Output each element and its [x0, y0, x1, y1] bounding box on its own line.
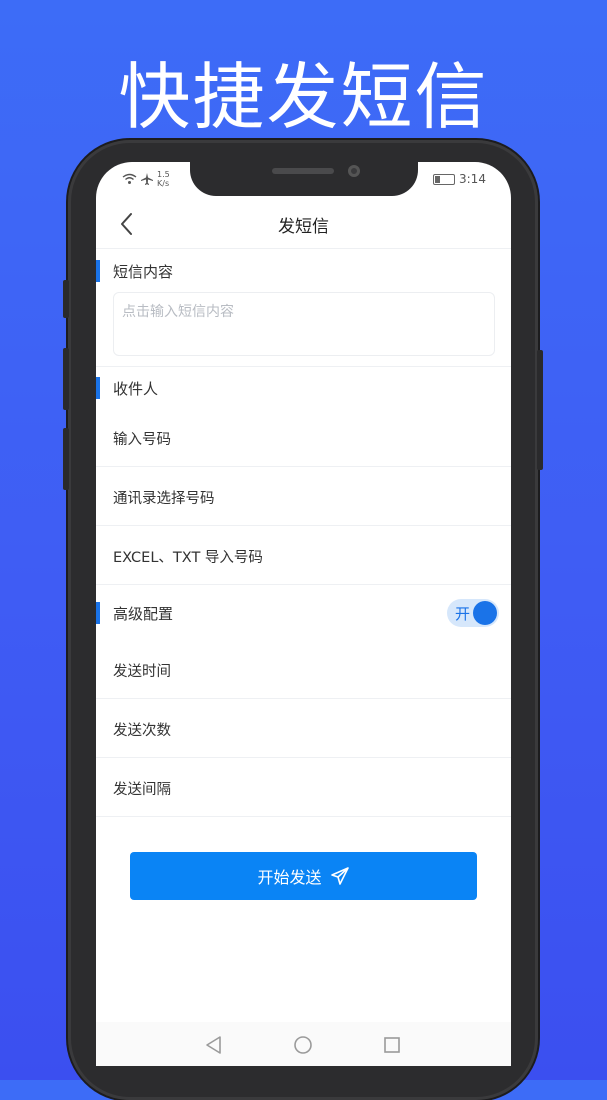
- sms-content-input[interactable]: [114, 293, 494, 355]
- send-interval-item[interactable]: 发送间隔: [113, 778, 511, 799]
- section-accent-bar: [96, 377, 100, 399]
- sms-content-box: [113, 292, 495, 356]
- toggle-knob: [473, 601, 497, 625]
- row-divider: [96, 757, 511, 758]
- start-send-label: 开始发送: [257, 868, 322, 887]
- section-label: 短信内容: [113, 263, 174, 281]
- section-label: 高级配置: [113, 605, 174, 623]
- status-time: 3:14: [459, 172, 486, 186]
- nav-back-triangle-icon[interactable]: [204, 1035, 224, 1055]
- row-divider: [96, 698, 511, 699]
- row-divider: [96, 466, 511, 467]
- input-number-item[interactable]: 输入号码: [113, 428, 511, 449]
- send-plane-icon: [330, 867, 349, 885]
- hero-title: 快捷发短信: [118, 55, 489, 139]
- contacts-select-item[interactable]: 通讯录选择号码: [113, 487, 511, 508]
- send-count-item[interactable]: 发送次数: [113, 719, 511, 740]
- section-accent-bar: [96, 602, 100, 624]
- airplane-icon: [141, 173, 153, 185]
- phone-notch: [190, 160, 418, 196]
- phone-speaker: [272, 168, 334, 174]
- start-send-button[interactable]: 开始发送: [130, 852, 477, 900]
- send-time-item[interactable]: 发送时间: [113, 660, 511, 681]
- speed-unit: K/s: [157, 179, 170, 188]
- page-title: 发短信: [278, 217, 329, 237]
- row-divider: [96, 584, 511, 585]
- wifi-icon: [122, 173, 137, 184]
- phone-side-button-3: [63, 428, 69, 490]
- toggle-label: 开: [455, 605, 471, 623]
- speed-value: 1.5: [157, 170, 170, 179]
- phone-side-button-2: [63, 348, 69, 410]
- row-divider: [96, 816, 511, 817]
- import-file-item[interactable]: EXCEL、TXT 导入号码: [113, 546, 511, 567]
- nav-recent-square-icon[interactable]: [382, 1035, 402, 1055]
- row-divider: [96, 525, 511, 526]
- status-bar-right: 3:14: [433, 172, 486, 186]
- nav-home-circle-icon[interactable]: [293, 1035, 313, 1055]
- phone-camera: [348, 165, 360, 177]
- phone-side-button-1: [63, 280, 69, 318]
- header-divider: [96, 248, 511, 249]
- section-accent-bar: [96, 260, 100, 282]
- status-bar-left: 1.5 K/s: [122, 170, 170, 188]
- advanced-toggle[interactable]: 开: [447, 599, 499, 627]
- battery-icon: [433, 173, 455, 185]
- section-divider: [96, 366, 511, 367]
- section-label: 收件人: [113, 380, 159, 398]
- phone-power-button: [537, 350, 543, 470]
